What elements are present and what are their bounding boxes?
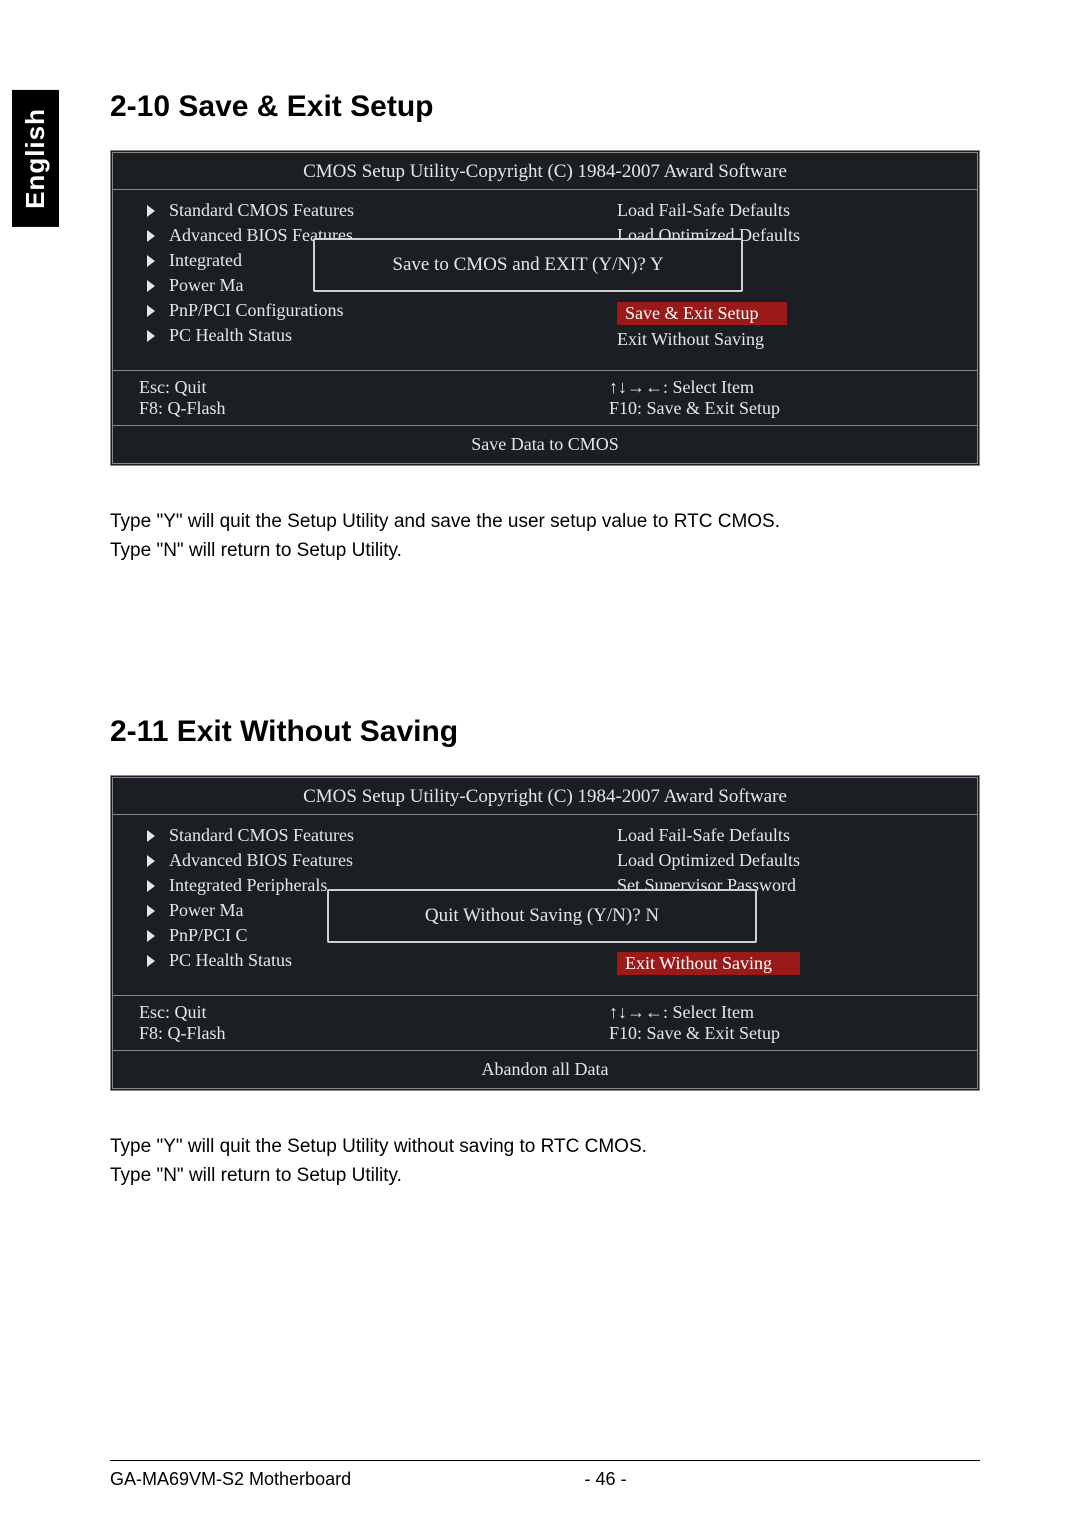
menu-label: PnP/PCI Configurations bbox=[169, 300, 344, 321]
key-hint-f8: F8: Q-Flash bbox=[139, 398, 489, 419]
dialog-text: Save to CMOS and EXIT (Y/N)? Y bbox=[392, 254, 663, 275]
bios-body: Standard CMOS Features Advanced BIOS Fea… bbox=[113, 189, 977, 370]
triangle-icon bbox=[147, 880, 155, 892]
bios-body: Standard CMOS Features Advanced BIOS Fea… bbox=[113, 814, 977, 995]
menu-label: Load Fail-Safe Defaults bbox=[617, 200, 790, 220]
menu-item[interactable]: Load Optimized Defaults bbox=[579, 848, 963, 873]
menu-label: Load Optimized Defaults bbox=[617, 850, 800, 870]
triangle-icon bbox=[147, 255, 155, 267]
key-hint-f8: F8: Q-Flash bbox=[139, 1023, 489, 1044]
menu-item[interactable]: PnP/PCI Configurations bbox=[147, 298, 531, 323]
bios-title: CMOS Setup Utility-Copyright (C) 1984-20… bbox=[113, 153, 977, 189]
menu-label: Load Fail-Safe Defaults bbox=[617, 825, 790, 845]
menu-item-selected[interactable]: Save & Exit Setup bbox=[579, 300, 963, 327]
section-heading-save-exit: 2-10 Save & Exit Setup bbox=[110, 90, 980, 124]
bios-key-hints: Esc: Quit F8: Q-Flash ↑↓→←: Select Item … bbox=[113, 370, 977, 425]
desc-line: Type "Y" will quit the Setup Utility and… bbox=[110, 508, 980, 537]
menu-item[interactable]: PC Health Status bbox=[147, 323, 531, 348]
menu-item[interactable]: PC Health Status bbox=[147, 948, 531, 973]
footer-page-number: - 46 - bbox=[585, 1469, 980, 1490]
bios-screen-exit-without-saving: CMOS Setup Utility-Copyright (C) 1984-20… bbox=[110, 775, 980, 1091]
menu-label: Exit Without Saving bbox=[617, 952, 800, 975]
desc-line: Type "Y" will quit the Setup Utility wit… bbox=[110, 1133, 980, 1162]
section-heading-exit-without-saving: 2-11 Exit Without Saving bbox=[110, 715, 980, 749]
menu-label: Standard CMOS Features bbox=[169, 825, 354, 846]
menu-item[interactable]: Exit Without Saving bbox=[579, 327, 963, 352]
bios-screen-save-exit: CMOS Setup Utility-Copyright (C) 1984-20… bbox=[110, 150, 980, 466]
desc-line: Type "N" will return to Setup Utility. bbox=[110, 537, 980, 566]
triangle-icon bbox=[147, 955, 155, 967]
menu-label: Integrated Peripherals bbox=[169, 875, 327, 896]
confirm-dialog[interactable]: Quit Without Saving (Y/N)? N bbox=[327, 889, 757, 943]
menu-label: PnP/PCI C bbox=[169, 925, 248, 946]
key-hint-esc: Esc: Quit bbox=[139, 377, 489, 398]
desc-line: Type "N" will return to Setup Utility. bbox=[110, 1162, 980, 1191]
menu-item[interactable]: Load Fail-Safe Defaults bbox=[579, 823, 963, 848]
key-hint-f10: F10: Save & Exit Setup bbox=[609, 1023, 959, 1044]
bios-key-hints: Esc: Quit F8: Q-Flash ↑↓→←: Select Item … bbox=[113, 995, 977, 1050]
description-text: Type "Y" will quit the Setup Utility wit… bbox=[110, 1133, 980, 1190]
menu-label: Save & Exit Setup bbox=[617, 302, 787, 325]
key-hint-esc: Esc: Quit bbox=[139, 1002, 489, 1023]
triangle-icon bbox=[147, 930, 155, 942]
page-content: 2-10 Save & Exit Setup CMOS Setup Utilit… bbox=[110, 90, 980, 1190]
menu-label: PC Health Status bbox=[169, 325, 292, 346]
language-tab: English bbox=[12, 90, 59, 227]
bios-footer-message: Abandon all Data bbox=[113, 1050, 977, 1088]
bios-footer-message: Save Data to CMOS bbox=[113, 425, 977, 463]
menu-label: Integrated bbox=[169, 250, 242, 271]
menu-item[interactable]: Load Fail-Safe Defaults bbox=[579, 198, 963, 223]
triangle-icon bbox=[147, 855, 155, 867]
menu-item[interactable]: Advanced BIOS Features bbox=[147, 848, 531, 873]
triangle-icon bbox=[147, 305, 155, 317]
footer-product-name: GA-MA69VM-S2 Motherboard bbox=[110, 1469, 585, 1490]
triangle-icon bbox=[147, 905, 155, 917]
menu-item[interactable]: Standard CMOS Features bbox=[147, 198, 531, 223]
menu-label: Power Ma bbox=[169, 275, 244, 296]
menu-item[interactable]: Standard CMOS Features bbox=[147, 823, 531, 848]
key-hint-select: ↑↓→←: Select Item bbox=[609, 377, 959, 398]
key-hint-f10: F10: Save & Exit Setup bbox=[609, 398, 959, 419]
bios-title: CMOS Setup Utility-Copyright (C) 1984-20… bbox=[113, 778, 977, 814]
page-footer: GA-MA69VM-S2 Motherboard - 46 - bbox=[110, 1460, 980, 1490]
dialog-text: Quit Without Saving (Y/N)? N bbox=[425, 905, 659, 926]
triangle-icon bbox=[147, 280, 155, 292]
menu-item-selected[interactable]: Exit Without Saving bbox=[579, 950, 963, 977]
menu-label: Standard CMOS Features bbox=[169, 200, 354, 221]
triangle-icon bbox=[147, 230, 155, 242]
menu-label: PC Health Status bbox=[169, 950, 292, 971]
menu-label: Advanced BIOS Features bbox=[169, 850, 353, 871]
description-text: Type "Y" will quit the Setup Utility and… bbox=[110, 508, 980, 565]
menu-label: Power Ma bbox=[169, 900, 244, 921]
triangle-icon bbox=[147, 205, 155, 217]
triangle-icon bbox=[147, 830, 155, 842]
menu-label: Exit Without Saving bbox=[617, 329, 764, 349]
triangle-icon bbox=[147, 330, 155, 342]
key-hint-select: ↑↓→←: Select Item bbox=[609, 1002, 959, 1023]
confirm-dialog[interactable]: Save to CMOS and EXIT (Y/N)? Y bbox=[313, 238, 743, 292]
